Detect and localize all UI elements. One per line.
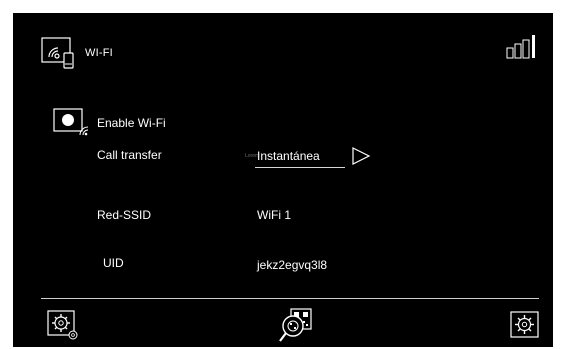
call-transfer-label: Call transfer (97, 148, 162, 162)
ssid-value[interactable]: WiFi 1 (257, 208, 291, 222)
settings-gear-icon[interactable] (47, 310, 81, 342)
ssid-label: Red-SSID (97, 208, 152, 222)
uid-value: jekz2egvq3l8 (257, 258, 328, 272)
settings-icon[interactable] (510, 311, 544, 343)
uid-label: UID (103, 256, 124, 270)
call-transfer-value[interactable]: Instantánea (257, 149, 320, 163)
enable-wifi-label[interactable]: Enable Wi-Fi (97, 116, 166, 130)
play-arrow-icon[interactable] (351, 146, 371, 166)
footer-divider (41, 298, 539, 299)
wifi-phone-icon[interactable] (41, 37, 81, 71)
call-transfer-underline (255, 167, 345, 168)
page-title: WI-FI (85, 47, 113, 59)
toggle-wifi-icon[interactable] (53, 108, 91, 136)
qr-search-icon[interactable] (278, 308, 314, 344)
wifi-settings-screen: WI-FI Enable Wi-Fi Call transfer Lorem I… (13, 13, 553, 347)
signal-bars-icon (503, 33, 539, 59)
